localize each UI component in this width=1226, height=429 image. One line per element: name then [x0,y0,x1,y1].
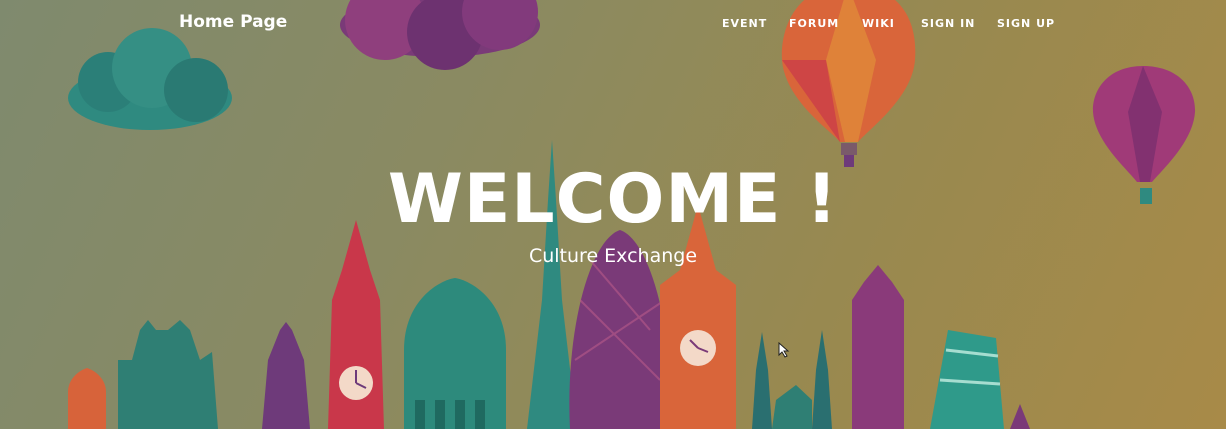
nav-event-link[interactable]: EVENT [722,17,767,30]
culture-exchange-subtitle: Culture Exchange [528,245,698,267]
nav-sign-up-link[interactable]: SIGN UP [997,17,1055,30]
nav-forum-link[interactable]: FORUM [789,17,839,30]
hero-section: Home Page EVENT FORUM WIKI SIGN IN SIGN … [0,0,1226,429]
welcome-heading: WELCOME ! [387,160,839,239]
nav-wiki-link[interactable]: WIKI [862,17,895,30]
mouse-cursor-icon [778,342,790,358]
main-nav: EVENT FORUM WIKI SIGN IN SIGN UP [0,17,1226,31]
cloud-teal-icon [68,28,232,130]
nav-sign-in-link[interactable]: SIGN IN [921,17,975,30]
cloud-purple-icon [340,0,540,70]
